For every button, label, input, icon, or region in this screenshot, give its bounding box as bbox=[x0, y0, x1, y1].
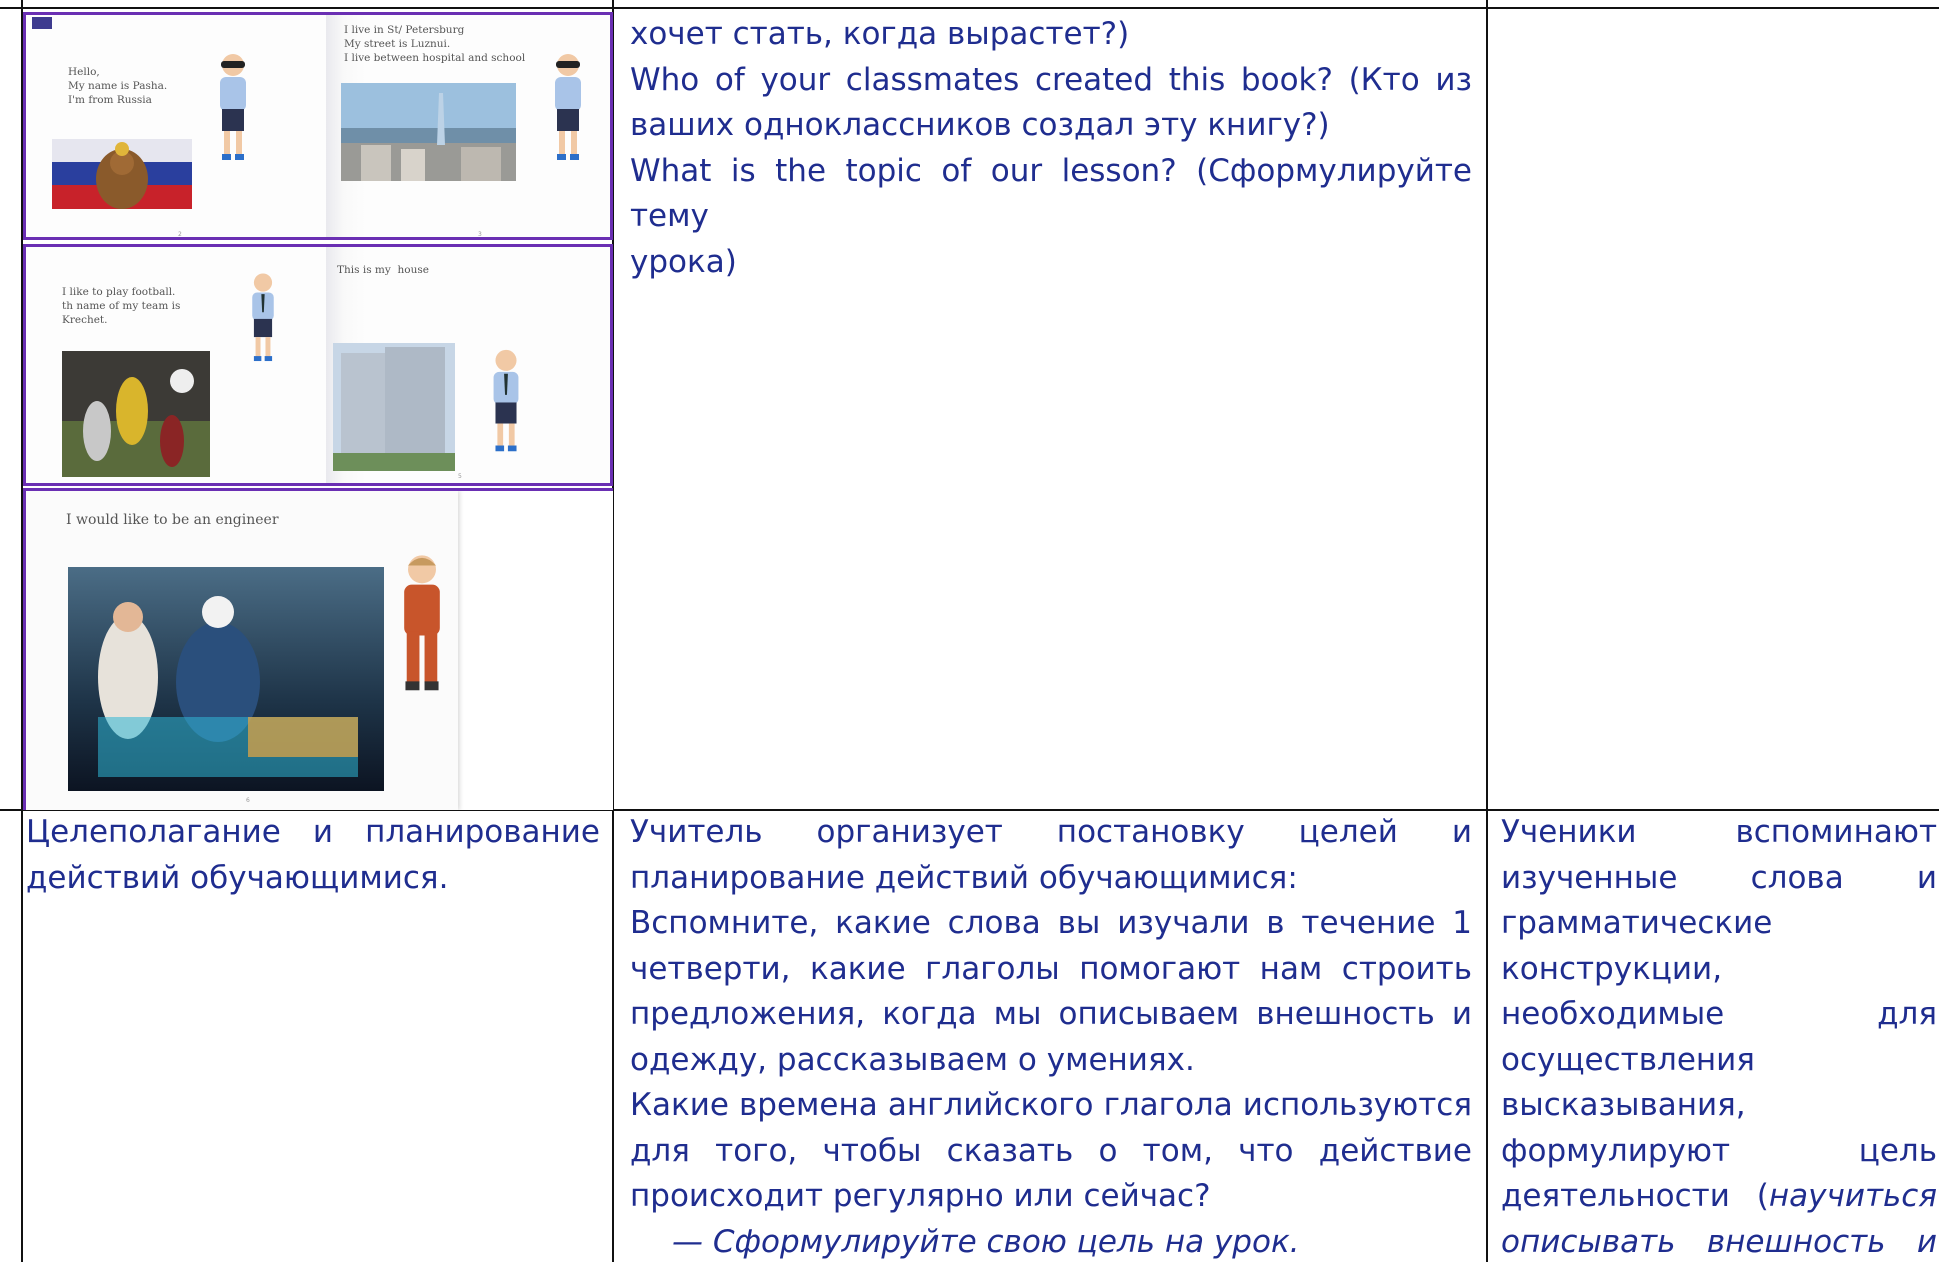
text-line: ваших одноклассников создал эту книгу?) bbox=[630, 103, 1472, 149]
text-line: происходит регулярно или сейчас? bbox=[630, 1174, 1472, 1220]
football-photo bbox=[62, 351, 210, 477]
spread2-left-text: I like to play football. th name of my t… bbox=[62, 285, 180, 327]
text-line: осуществления bbox=[1501, 1038, 1937, 1084]
spread1-page-right-number: 3 bbox=[478, 231, 482, 238]
text-line-mixed: деятельности (научиться bbox=[1501, 1174, 1937, 1220]
text-line: Какие времена английского глагола исполь… bbox=[630, 1083, 1472, 1129]
text-line: хочет стать, когда вырастет?) bbox=[630, 12, 1472, 58]
book-spread-1: Hello, My name is Pasha. I'm from Russia… bbox=[23, 12, 613, 240]
text-line: одежду, рассказываем о умениях. bbox=[630, 1038, 1472, 1084]
spread3-text: I would like to be an engineer bbox=[66, 513, 279, 527]
book-spread-2: I like to play football. th name of my t… bbox=[23, 244, 613, 486]
text-line-italic: — Сформулируйте свою цель на урок. bbox=[630, 1220, 1472, 1265]
text-line: планирование действий обучающимися: bbox=[630, 856, 1472, 902]
apartment-building-photo bbox=[333, 343, 455, 471]
text-line-italic: описывать внешность и bbox=[1501, 1220, 1937, 1265]
text-line: Вспомните, какие слова вы изучали в тече… bbox=[630, 901, 1472, 947]
text-span: деятельности ( bbox=[1501, 1178, 1769, 1214]
dash-marker: — bbox=[672, 1224, 703, 1260]
spread1-left-text: Hello, My name is Pasha. I'm from Russia bbox=[68, 65, 167, 107]
boy-with-sunglasses-figure bbox=[211, 51, 255, 166]
table-border-top bbox=[0, 7, 1939, 9]
text-line: формулируют цель bbox=[1501, 1129, 1937, 1175]
text-line: для того, чтобы сказать о том, что дейст… bbox=[630, 1129, 1472, 1175]
text-line: необходимые для bbox=[1501, 992, 1937, 1038]
text-line: Учитель организует постановку целей и bbox=[630, 810, 1472, 856]
text-line: What is the topic of our lesson? (Сформу… bbox=[630, 149, 1472, 240]
text-line: действий обучающимися. bbox=[26, 856, 600, 902]
spread1-right-text: I live in St/ Petersburg My street is Lu… bbox=[344, 23, 525, 65]
boy-in-tie-figure bbox=[241, 271, 285, 366]
row1-teacher-questions: хочет стать, когда вырастет?) Who of you… bbox=[630, 12, 1472, 285]
st-petersburg-photo bbox=[341, 83, 516, 181]
row2-stage-name: Целеполагание и планирование действий об… bbox=[26, 810, 600, 901]
boy-in-tie-figure-2 bbox=[484, 347, 528, 457]
row2-student-activity: Ученики вспоминают изученные слова и гра… bbox=[1501, 810, 1937, 1265]
text-line: урока) bbox=[630, 240, 1472, 286]
text-line: Целеполагание и планирование bbox=[26, 810, 600, 856]
text-line: Ученики вспоминают bbox=[1501, 810, 1937, 856]
text-line: четверти, какие глаголы помогают нам стр… bbox=[630, 947, 1472, 993]
text-line: конструкции, bbox=[1501, 947, 1937, 993]
spread2-right-text: This is my house bbox=[337, 263, 429, 277]
engineer-boy-figure bbox=[394, 551, 450, 701]
spread1-page-left-number: 2 bbox=[178, 231, 182, 238]
text-line: высказывания, bbox=[1501, 1083, 1937, 1129]
italic-instruction: Сформулируйте свою цель на урок. bbox=[713, 1224, 1300, 1260]
boy-with-sunglasses-figure-2 bbox=[546, 51, 590, 166]
text-line: предложения, когда мы описываем внешност… bbox=[630, 992, 1472, 1038]
text-line: изученные слова и bbox=[1501, 856, 1937, 902]
russia-flag-bear-photo bbox=[52, 139, 192, 209]
text-line: грамматические bbox=[1501, 901, 1937, 947]
engineers-photo bbox=[68, 567, 384, 791]
italic-span: научиться bbox=[1769, 1178, 1937, 1214]
row2-teacher-activity: Учитель организует постановку целей и пл… bbox=[630, 810, 1472, 1265]
table-border-col2 bbox=[1486, 0, 1488, 1262]
spread3-page-number: 6 bbox=[246, 797, 250, 804]
spread2-page-right-number: 5 bbox=[458, 473, 462, 480]
book-spread-3: I would like to be an engineer bbox=[23, 488, 613, 810]
text-line: Who of your classmates created this book… bbox=[630, 58, 1472, 104]
book-logo-icon bbox=[32, 17, 52, 29]
